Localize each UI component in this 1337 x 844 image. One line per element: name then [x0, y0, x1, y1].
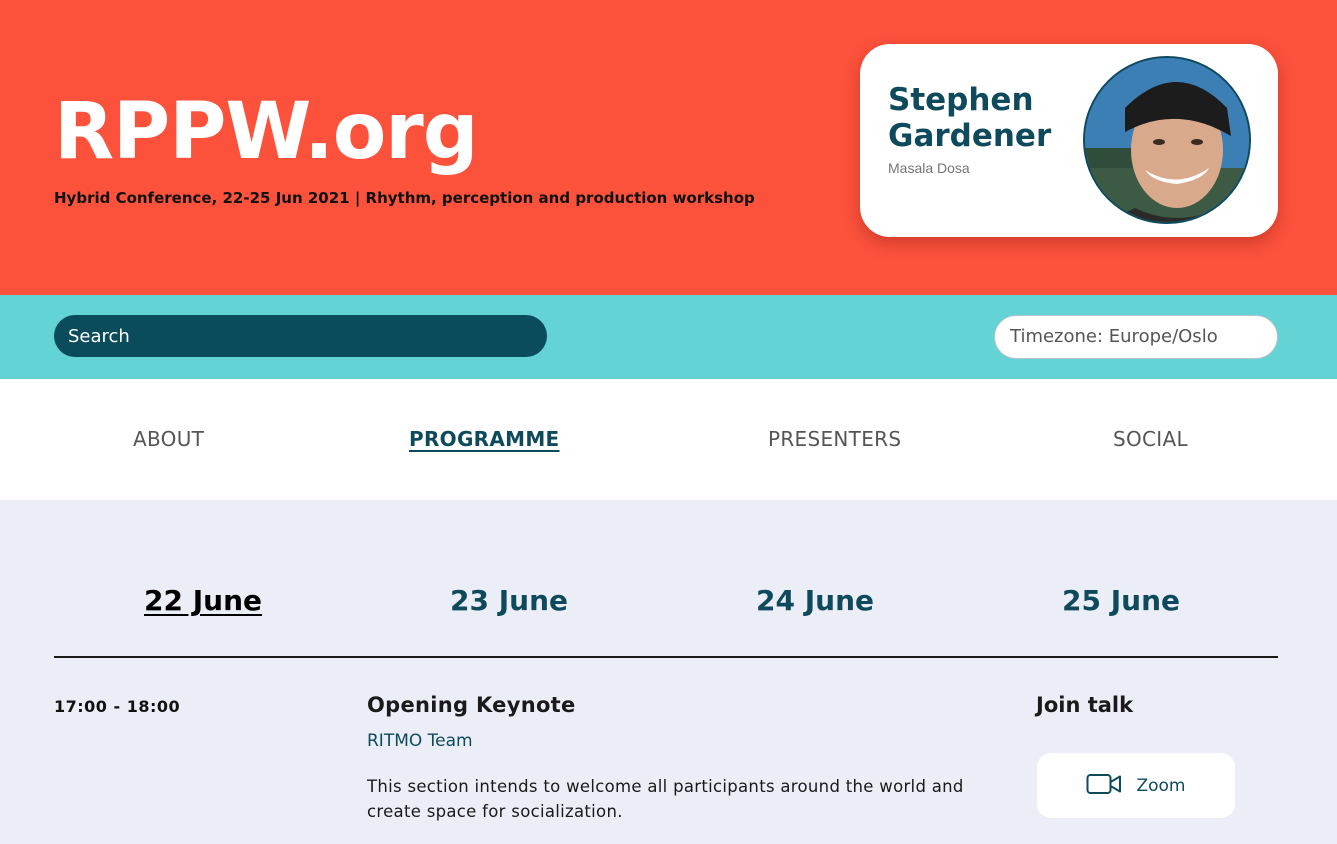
nav-item-social[interactable]: SOCIAL: [1113, 427, 1188, 451]
toolbar: Timezone: Europe/Oslo: [0, 295, 1337, 379]
search-input[interactable]: [54, 315, 547, 357]
avatar-photo: [1085, 58, 1249, 222]
profile-card[interactable]: Stephen Gardener Masala Dosa: [860, 44, 1278, 237]
schedule-divider: [54, 656, 1278, 658]
session-time: 17:00 - 18:00: [54, 697, 181, 716]
zoom-button-label: Zoom: [1136, 775, 1186, 796]
join-talk-heading: Join talk: [1036, 693, 1134, 717]
nav-item-about[interactable]: ABOUT: [133, 427, 204, 451]
day-tab-22-june[interactable]: 22 June: [144, 584, 262, 618]
site-header: RPPW.org Hybrid Conference, 22-25 Jun 20…: [0, 0, 1337, 295]
avatar[interactable]: [1083, 56, 1251, 224]
site-subtitle: Hybrid Conference, 22-25 Jun 2021 | Rhyt…: [54, 189, 755, 207]
session-author[interactable]: RITMO Team: [367, 731, 473, 751]
main-nav: ABOUT PROGRAMME PRESENTERS SOCIAL: [0, 379, 1337, 500]
session-title: Opening Keynote: [367, 693, 576, 717]
nav-item-programme[interactable]: PROGRAMME: [409, 427, 560, 451]
profile-subtitle: Masala Dosa: [888, 160, 970, 176]
timezone-select[interactable]: Timezone: Europe/Oslo: [994, 315, 1278, 359]
nav-item-presenters[interactable]: PRESENTERS: [768, 427, 901, 451]
day-tab-24-june[interactable]: 24 June: [756, 584, 874, 618]
profile-name: Stephen Gardener: [888, 82, 1052, 154]
session-description: This section intends to welcome all part…: [367, 777, 964, 821]
video-camera-icon: [1086, 772, 1122, 800]
day-tab-23-june[interactable]: 23 June: [450, 584, 568, 618]
zoom-button[interactable]: Zoom: [1037, 753, 1235, 818]
day-tab-25-june[interactable]: 25 June: [1062, 584, 1180, 618]
site-title[interactable]: RPPW.org: [54, 82, 479, 182]
